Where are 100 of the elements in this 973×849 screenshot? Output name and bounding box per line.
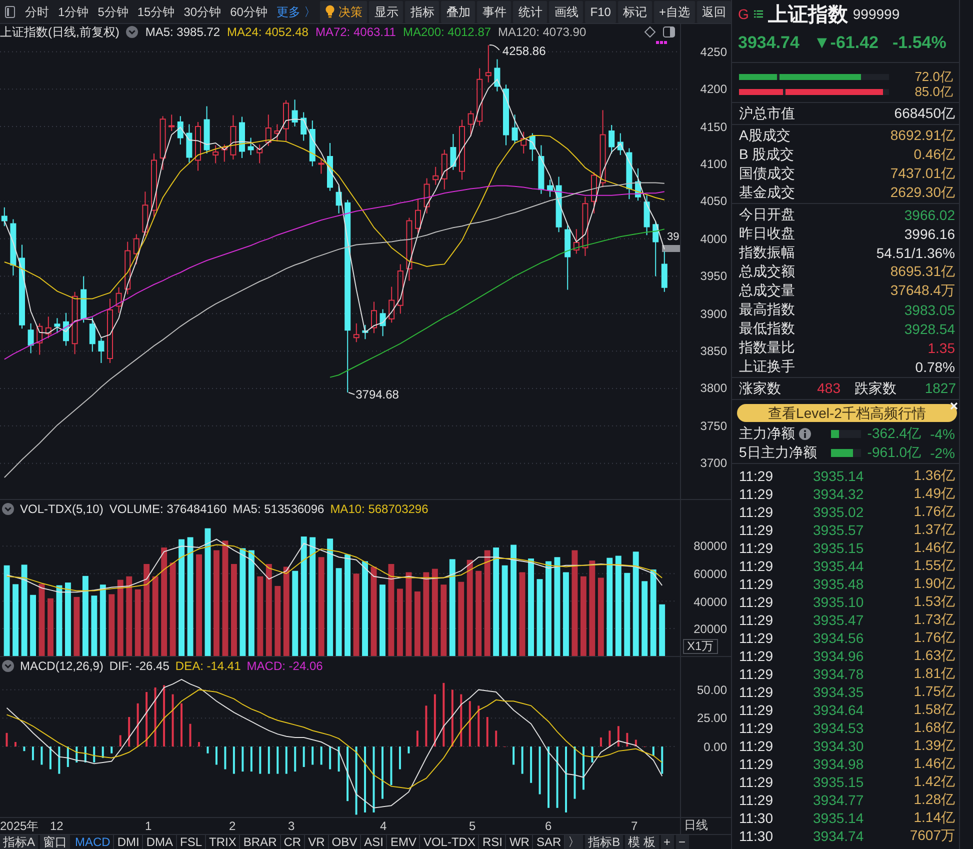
indicator-tab[interactable]: MACD <box>72 835 114 849</box>
indicator-tab[interactable]: CR <box>280 835 306 849</box>
indicator-tab[interactable]: ASI <box>361 835 388 849</box>
tick-price: 3934.78 <box>813 666 865 682</box>
indicator-tab[interactable]: DMA <box>143 835 178 849</box>
indicator-tab[interactable]: DMI <box>114 835 144 849</box>
tick-amount: 1.73亿 <box>912 611 955 629</box>
panel-icon[interactable] <box>663 26 675 38</box>
info-icon[interactable] <box>799 428 811 440</box>
candlestick <box>388 286 395 324</box>
list-icon[interactable] <box>754 9 763 19</box>
candlestick <box>151 153 157 220</box>
bar <box>528 558 534 656</box>
toolbar-button[interactable]: 事件 <box>477 0 512 22</box>
bar <box>606 558 613 656</box>
last-price: 3934.74 <box>738 33 800 53</box>
indicator-tab[interactable]: TRIX <box>206 835 240 849</box>
indicator-legend: MA10: 568703296 <box>330 502 428 516</box>
toolbar-button[interactable]: 叠加 <box>441 0 476 22</box>
tick-time: 11:29 <box>739 720 774 736</box>
bar <box>283 566 290 656</box>
period-tab[interactable]: 5分钟 <box>98 2 128 22</box>
close-icon[interactable] <box>950 402 958 410</box>
tick-amount: 1.55亿 <box>912 557 955 575</box>
tick-amount: 1.39亿 <box>912 737 955 755</box>
fund-percent: -4% <box>929 426 955 442</box>
panel-button[interactable]: 指标B <box>585 835 624 849</box>
indicator-tab[interactable]: OBV <box>328 835 362 849</box>
bar <box>458 582 464 656</box>
toolbar-button[interactable]: 统计 <box>513 0 548 22</box>
indicator-tab[interactable]: BRAR <box>240 835 281 849</box>
bar <box>440 584 447 656</box>
leader-line <box>488 44 500 51</box>
axis-label: 4000 <box>700 232 727 246</box>
indicator-tab[interactable]: VOL-TDX <box>420 835 480 849</box>
tick-time: 11:29 <box>739 486 774 502</box>
bar <box>476 570 482 656</box>
stat-label: 沪总市值 <box>739 104 795 122</box>
high-price-label: 4258.86 <box>502 44 546 58</box>
indicator-tab[interactable]: EMV <box>387 835 420 849</box>
stat-value: 668450亿 <box>894 104 955 122</box>
period-tab[interactable]: 30分钟 <box>184 2 222 22</box>
dots-icon[interactable] <box>656 41 667 45</box>
stat-label: 最低指数 <box>739 320 795 338</box>
stat-value: 7437.01亿 <box>890 164 955 182</box>
bar <box>240 548 246 656</box>
toolbar-button[interactable]: F10 <box>585 0 616 22</box>
chevron-circle-icon[interactable] <box>2 503 14 515</box>
panel-button[interactable]: 模 板 <box>625 835 659 849</box>
candlestick <box>441 149 448 190</box>
axis-label: 50.00 <box>696 682 727 697</box>
panel-button[interactable]: 指标A <box>0 835 38 849</box>
diamond-icon[interactable] <box>644 26 656 38</box>
toolbar-button[interactable]: 显示 <box>369 0 404 22</box>
stat-label: 上证换手 <box>739 358 795 376</box>
bar <box>432 568 438 656</box>
panel-button[interactable]: − <box>676 835 689 849</box>
period-tab[interactable]: 60分钟 <box>230 2 268 22</box>
panel-button[interactable]: + <box>660 835 674 849</box>
toolbar-button[interactable]: 指标 <box>405 0 440 22</box>
indicator-tab[interactable]: WR <box>506 835 534 849</box>
tick-amount: 1.81亿 <box>912 665 955 683</box>
level2-button[interactable]: 查看Level-2千档高频行情 <box>737 404 957 422</box>
bar <box>222 540 228 656</box>
stat-value: 3983.05 <box>904 302 955 318</box>
axis-label: 40000 <box>694 594 727 609</box>
indicator-tab[interactable]: FSL <box>177 835 206 849</box>
toolbar-button[interactable]: +自选 <box>654 0 695 22</box>
sidebar-toggle-icon[interactable] <box>5 6 15 18</box>
tick-price: 3935.15 <box>813 540 865 556</box>
indicator-tab[interactable]: RSI <box>479 835 506 849</box>
period-tab[interactable]: 15分钟 <box>137 2 175 22</box>
chevron-circle-icon[interactable] <box>2 660 14 672</box>
moving-average-legend: MA120: 4073.90 <box>498 25 586 39</box>
bar <box>642 581 648 656</box>
period-tab[interactable]: 分时 <box>25 2 49 22</box>
toolbar-button[interactable]: 画线 <box>549 0 584 22</box>
period-tab[interactable]: 1分钟 <box>58 2 89 22</box>
panel-button[interactable]: 〉 <box>565 835 584 849</box>
axis-label: 3750 <box>700 418 727 433</box>
tick-price: 3934.53 <box>813 720 865 736</box>
axis-label: 80000 <box>694 539 727 554</box>
axis-label: 3950 <box>700 269 727 284</box>
volume-value: VOLUME: 376484160 <box>109 502 227 516</box>
toolbar-button[interactable]: 返回 <box>697 0 731 22</box>
decision-button[interactable]: 决策 <box>320 0 368 22</box>
stat-value: 3928.54 <box>904 320 955 336</box>
chevron-circle-icon[interactable] <box>126 26 138 38</box>
tick-amount: 1.46亿 <box>912 539 955 557</box>
moving-average-legend: MA5: 3985.72 <box>145 25 220 39</box>
more-link[interactable]: 更多 〉 <box>276 2 316 22</box>
indicator-tab[interactable]: VR <box>305 835 329 849</box>
candlestick <box>72 291 78 355</box>
stat-value: 0.46亿 <box>914 146 955 164</box>
toolbar-button[interactable]: 标记 <box>618 0 652 22</box>
panel-button[interactable]: 窗口 <box>40 835 70 849</box>
stat-value: 8692.91亿 <box>890 126 955 144</box>
tick-time: 11:29 <box>739 558 774 574</box>
bar <box>554 557 560 656</box>
candlestick <box>344 199 351 393</box>
